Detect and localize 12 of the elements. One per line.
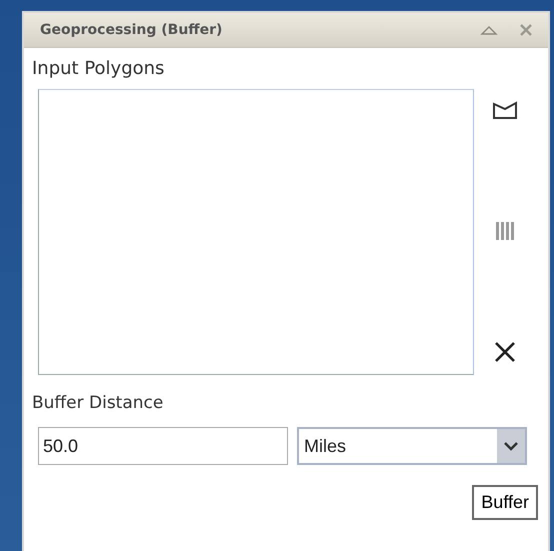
- grid-icon[interactable]: [494, 220, 516, 242]
- buffer-button[interactable]: Buffer: [472, 485, 538, 520]
- polygon-icon[interactable]: [491, 99, 519, 121]
- buffer-distance-label: Buffer Distance: [32, 393, 164, 413]
- clear-icon[interactable]: [493, 341, 517, 363]
- close-icon[interactable]: [518, 22, 534, 38]
- panel-title: Geoprocessing (Buffer): [40, 22, 224, 38]
- collapse-icon[interactable]: [480, 24, 498, 36]
- distance-field[interactable]: 50.0: [38, 427, 288, 465]
- input-polygons-label: Input Polygons: [32, 58, 166, 79]
- caret-icon: [497, 429, 525, 463]
- units-dropdown[interactable]: Miles: [297, 427, 527, 465]
